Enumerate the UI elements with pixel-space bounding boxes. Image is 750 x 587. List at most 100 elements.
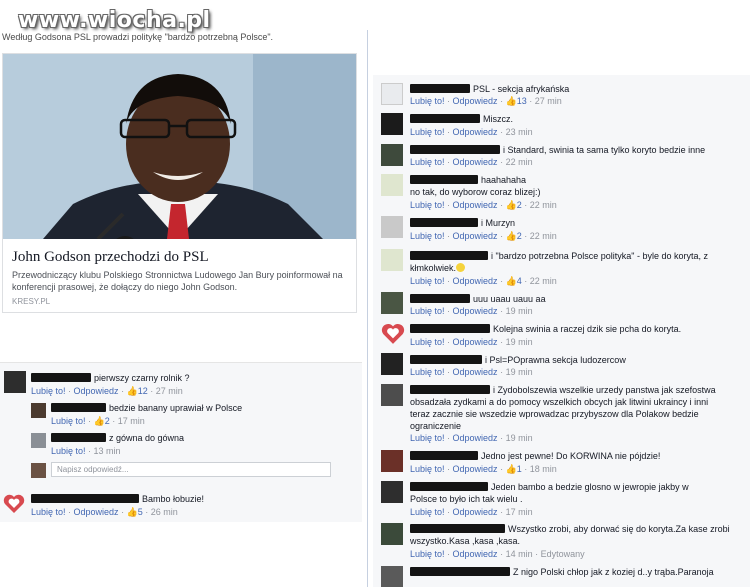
comment-text: Kolejna swinia a raczej dzik sie pcha do…	[410, 323, 681, 335]
comment-text: Jedno jest pewne! Do KORWINA nie pójdzie…	[410, 450, 660, 462]
reply-link[interactable]: Odpowiedz	[453, 231, 498, 241]
comment-time[interactable]: 18 min	[530, 464, 557, 474]
like-link[interactable]: Lubię to!	[410, 127, 445, 137]
reply-link[interactable]: Odpowiedz	[453, 367, 498, 377]
comment-time[interactable]: 17 min	[118, 416, 145, 426]
article-title[interactable]: John Godson przechodzi do PSL	[12, 249, 209, 266]
comment-text-line: ograniczenie	[410, 421, 462, 431]
comment-time[interactable]: 23 min	[506, 127, 533, 137]
article-link-card[interactable]: John Godson przechodzi do PSL Przewodnic…	[2, 53, 357, 313]
like-link[interactable]: Lubię to!	[410, 276, 445, 286]
comment-time[interactable]: 19 min	[506, 433, 533, 443]
like-link[interactable]: Lubię to!	[410, 507, 445, 517]
heart-avatar-icon[interactable]	[3, 493, 25, 515]
comment-text: PSL - sekcja afrykańska	[410, 83, 569, 95]
like-count[interactable]: 1	[517, 464, 522, 474]
like-count[interactable]: 2	[517, 200, 522, 210]
avatar[interactable]	[381, 481, 403, 503]
comment-text: haahahaha	[410, 174, 526, 186]
comment-meta: Lubię to! · Odpowiedz · 👍1 · 18 min	[410, 464, 557, 474]
reply-link[interactable]: Odpowiedz	[453, 464, 498, 474]
avatar[interactable]	[381, 292, 403, 314]
avatar[interactable]	[381, 174, 403, 196]
reply-link[interactable]: Odpowiedz	[74, 507, 119, 517]
comment-text: uuu uaau uauu aa	[410, 293, 546, 305]
comment-meta: Lubię to! · Odpowiedz · 👍4 · 22 min	[410, 276, 557, 286]
comment-time[interactable]: 27 min	[156, 386, 183, 396]
like-link[interactable]: Lubię to!	[31, 507, 66, 517]
like-count[interactable]: 5	[138, 507, 143, 517]
like-count[interactable]: 13	[517, 96, 527, 106]
like-count[interactable]: 2	[517, 231, 522, 241]
comment-time[interactable]: 22 min	[530, 276, 557, 286]
comment-body: Kolejna swinia a raczej dzik sie pcha do…	[493, 324, 682, 334]
comment-time[interactable]: 22 min	[530, 200, 557, 210]
edited-label[interactable]: Edytowany	[541, 549, 585, 559]
avatar[interactable]	[381, 144, 403, 166]
comment-meta: Lubię to! · Odpowiedz · 19 min	[410, 306, 533, 316]
redacted-author	[31, 373, 91, 382]
like-link[interactable]: Lubię to!	[410, 200, 445, 210]
thumb-icon: 👍	[126, 507, 138, 517]
avatar[interactable]	[381, 523, 403, 545]
like-link[interactable]: Lubię to!	[410, 306, 445, 316]
like-link[interactable]: Lubię to!	[51, 446, 86, 456]
like-link[interactable]: Lubię to!	[410, 549, 445, 559]
reply-link[interactable]: Odpowiedz	[453, 157, 498, 167]
reply-link[interactable]: Odpowiedz	[453, 127, 498, 137]
like-link[interactable]: Lubię to!	[410, 96, 445, 106]
comment-time[interactable]: 26 min	[151, 507, 178, 517]
like-count[interactable]: 2	[105, 416, 110, 426]
current-user-avatar	[31, 463, 46, 478]
like-link[interactable]: Lubię to!	[410, 157, 445, 167]
avatar[interactable]	[31, 403, 46, 418]
like-link[interactable]: Lubię to!	[410, 231, 445, 241]
comment-time[interactable]: 27 min	[535, 96, 562, 106]
heart-avatar-icon[interactable]	[381, 322, 405, 346]
comment-time[interactable]: 13 min	[94, 446, 121, 456]
avatar[interactable]	[381, 249, 403, 271]
redacted-author	[410, 218, 478, 227]
comment-time[interactable]: 22 min	[506, 157, 533, 167]
comment-meta: Lubię to! · 👍2 · 17 min	[51, 416, 145, 426]
reply-link[interactable]: Odpowiedz	[453, 306, 498, 316]
avatar[interactable]	[381, 216, 403, 238]
reply-link[interactable]: Odpowiedz	[453, 96, 498, 106]
reply-input[interactable]: Napisz odpowiedź...	[51, 462, 331, 477]
comment-body: i Psl=POprawna sekcja ludozercow	[485, 355, 626, 365]
like-link[interactable]: Lubię to!	[51, 416, 86, 426]
like-count[interactable]: 12	[138, 386, 148, 396]
comment-time[interactable]: 19 min	[506, 367, 533, 377]
reply-link[interactable]: Odpowiedz	[453, 200, 498, 210]
avatar[interactable]	[381, 113, 403, 135]
avatar[interactable]	[381, 450, 403, 472]
like-link[interactable]: Lubię to!	[410, 433, 445, 443]
comment-meta: Lubię to! · Odpowiedz · 23 min	[410, 127, 533, 137]
comment-time[interactable]: 14 min	[506, 549, 533, 559]
comment-time[interactable]: 17 min	[506, 507, 533, 517]
reply-link[interactable]: Odpowiedz	[453, 507, 498, 517]
avatar[interactable]	[4, 371, 26, 393]
like-link[interactable]: Lubię to!	[410, 464, 445, 474]
reply-link[interactable]: Odpowiedz	[453, 549, 498, 559]
avatar[interactable]	[381, 83, 403, 105]
comment-body: Wszystko zrobi, aby dorwać się do koryta…	[508, 524, 730, 534]
reply-link[interactable]: Odpowiedz	[74, 386, 119, 396]
avatar[interactable]	[381, 384, 403, 406]
comment-time[interactable]: 19 min	[506, 306, 533, 316]
reply-link[interactable]: Odpowiedz	[453, 276, 498, 286]
like-link[interactable]: Lubię to!	[410, 337, 445, 347]
like-count[interactable]: 4	[517, 276, 522, 286]
like-link[interactable]: Lubię to!	[410, 367, 445, 377]
comment-meta: Lubię to! · 13 min	[51, 446, 121, 456]
comment-time[interactable]: 19 min	[506, 337, 533, 347]
like-link[interactable]: Lubię to!	[31, 386, 66, 396]
avatar[interactable]	[381, 566, 403, 587]
avatar[interactable]	[381, 353, 403, 375]
avatar[interactable]	[31, 433, 46, 448]
reply-link[interactable]: Odpowiedz	[453, 337, 498, 347]
comment-text-line: no tak, do wyborow coraz blizej:)	[410, 187, 541, 197]
post-headline: Według Godsona PSL prowadzi politykę "ba…	[2, 32, 274, 42]
comment-time[interactable]: 22 min	[530, 231, 557, 241]
reply-link[interactable]: Odpowiedz	[453, 433, 498, 443]
